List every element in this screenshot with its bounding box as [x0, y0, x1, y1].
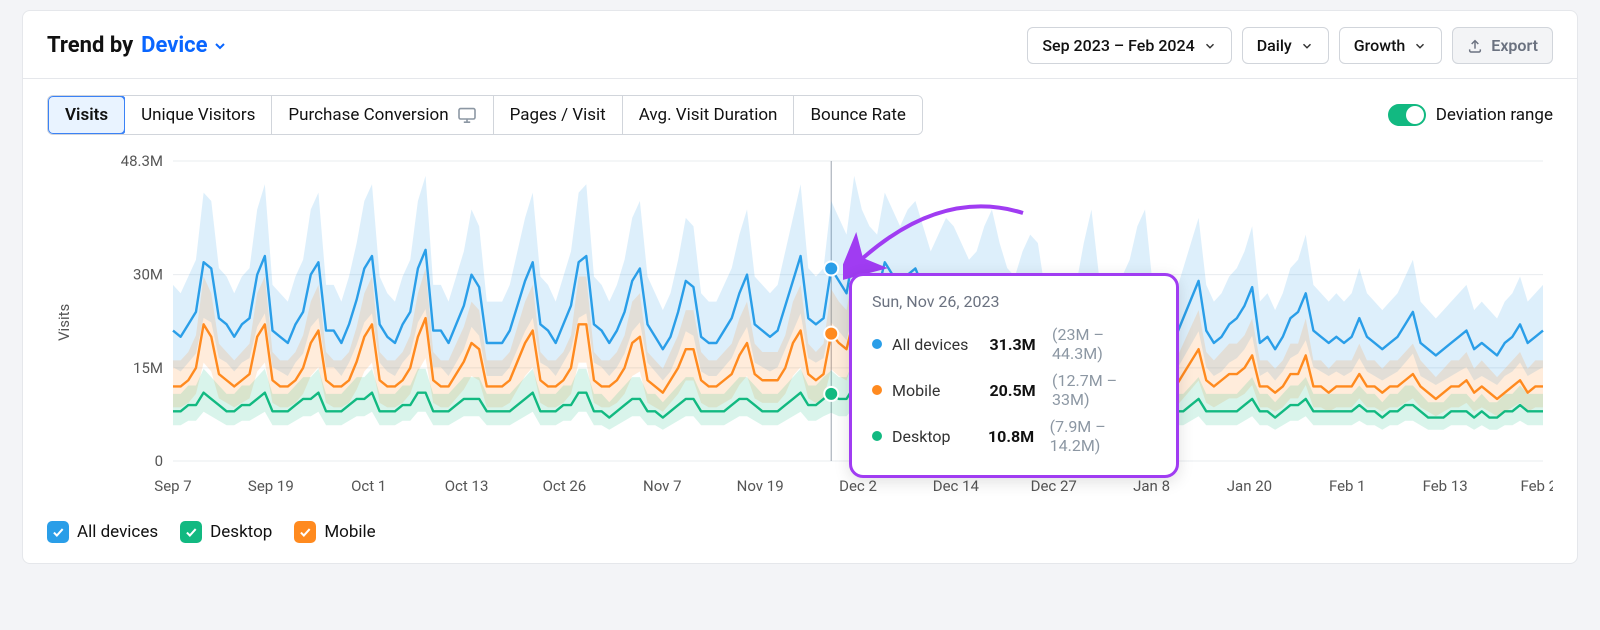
- series-dot-icon: [872, 385, 882, 395]
- deviation-range-control: Deviation range: [1388, 104, 1553, 126]
- chevron-down-icon: [212, 38, 228, 54]
- chevron-down-icon: [1300, 39, 1314, 53]
- chevron-down-icon: [1203, 39, 1217, 53]
- legend-label: All devices: [77, 522, 158, 542]
- svg-text:Oct 1: Oct 1: [351, 477, 386, 495]
- chevron-down-icon: [1413, 39, 1427, 53]
- svg-text:Oct 26: Oct 26: [543, 477, 587, 495]
- tooltip-series-range: (12.7M – 33M): [1052, 371, 1156, 409]
- mode-select[interactable]: Growth: [1339, 27, 1443, 64]
- chart-tooltip: Sun, Nov 26, 2023 All devices31.3M (23M –…: [849, 273, 1179, 478]
- legend-item-mobile[interactable]: Mobile: [294, 521, 375, 543]
- y-axis-label: Visits: [55, 304, 73, 341]
- chart-legend: All devices Desktop Mobile: [23, 509, 1577, 563]
- tooltip-series-value: 31.3M: [990, 335, 1047, 354]
- svg-text:Feb 29: Feb 29: [1520, 477, 1553, 495]
- svg-text:30M: 30M: [133, 266, 163, 284]
- trend-card: Trend by Device Sep 2023 – Feb 2024 Dail…: [22, 10, 1578, 564]
- svg-text:Jan 8: Jan 8: [1133, 477, 1170, 495]
- svg-text:Oct 13: Oct 13: [445, 477, 489, 495]
- date-range-select[interactable]: Sep 2023 – Feb 2024: [1027, 27, 1231, 64]
- trend-chart[interactable]: 0 15M 30M 48.3M Sep 7 Sep 19 Oct 1 Oct 13 Oct 26…: [93, 151, 1553, 501]
- svg-text:Dec 14: Dec 14: [933, 477, 980, 495]
- device-label: Device: [141, 33, 207, 58]
- checkbox-icon: [294, 521, 316, 543]
- svg-text:Dec 27: Dec 27: [1031, 477, 1077, 495]
- svg-text:Feb 13: Feb 13: [1423, 477, 1468, 495]
- title-prefix: Trend by: [47, 33, 133, 58]
- tab-bounce-rate[interactable]: Bounce Rate: [794, 96, 921, 134]
- checkbox-icon: [180, 521, 202, 543]
- tooltip-series-value: 20.5M: [990, 381, 1047, 400]
- svg-text:Sep 19: Sep 19: [248, 477, 294, 495]
- card-title: Trend by Device: [47, 33, 228, 58]
- svg-text:Feb 1: Feb 1: [1329, 477, 1366, 495]
- tooltip-row: Mobile20.5M (12.7M – 33M): [872, 367, 1156, 413]
- tab-pages-visit[interactable]: Pages / Visit: [494, 96, 623, 134]
- monitor-icon: [457, 107, 477, 123]
- header-controls: Sep 2023 – Feb 2024 Daily Growth Export: [1027, 27, 1553, 64]
- legend-label: Desktop: [210, 522, 272, 542]
- svg-text:Nov 19: Nov 19: [737, 477, 784, 495]
- svg-text:Jan 20: Jan 20: [1227, 477, 1272, 495]
- tooltip-series-name: Mobile: [892, 381, 990, 400]
- granularity-select[interactable]: Daily: [1242, 27, 1329, 64]
- tooltip-series-name: All devices: [892, 335, 990, 354]
- upload-icon: [1467, 38, 1483, 54]
- metric-tabs: VisitsUnique VisitorsPurchase Conversion…: [47, 95, 923, 135]
- tooltip-series-value: 10.8M: [988, 427, 1044, 446]
- series-dot-icon: [872, 339, 882, 349]
- export-button[interactable]: Export: [1452, 27, 1553, 64]
- card-header: Trend by Device Sep 2023 – Feb 2024 Dail…: [23, 11, 1577, 79]
- tooltip-series-range: (7.9M – 14.2M): [1050, 417, 1156, 455]
- tooltip-series-range: (23M – 44.3M): [1052, 325, 1156, 363]
- tab-visits[interactable]: Visits: [47, 95, 126, 135]
- legend-item-desktop[interactable]: Desktop: [180, 521, 272, 543]
- legend-label: Mobile: [324, 522, 375, 542]
- svg-text:0: 0: [155, 452, 163, 470]
- annotation-arrow-icon: [843, 203, 1043, 283]
- device-dropdown[interactable]: Device: [141, 33, 227, 58]
- tooltip-date: Sun, Nov 26, 2023: [872, 292, 1156, 311]
- legend-item-all-devices[interactable]: All devices: [47, 521, 158, 543]
- svg-text:Dec 2: Dec 2: [839, 477, 877, 495]
- deviation-label: Deviation range: [1436, 105, 1553, 125]
- tab-unique-visitors[interactable]: Unique Visitors: [125, 96, 272, 134]
- chart-area: Visits 0 15M 30M 48.3M Sep 7 Sep 19 Oct 1 Oct 1…: [23, 141, 1577, 509]
- svg-text:48.3M: 48.3M: [121, 152, 163, 170]
- deviation-toggle[interactable]: [1388, 104, 1426, 126]
- tooltip-row: All devices31.3M (23M – 44.3M): [872, 321, 1156, 367]
- tab-avg-visit-duration[interactable]: Avg. Visit Duration: [623, 96, 795, 134]
- tabs-row: VisitsUnique VisitorsPurchase Conversion…: [23, 79, 1577, 141]
- series-dot-icon: [872, 431, 882, 441]
- svg-text:Nov 7: Nov 7: [643, 477, 682, 495]
- tooltip-row: Desktop10.8M (7.9M – 14.2M): [872, 413, 1156, 459]
- checkbox-icon: [47, 521, 69, 543]
- tooltip-series-name: Desktop: [892, 427, 988, 446]
- tab-purchase-conversion[interactable]: Purchase Conversion: [272, 96, 493, 134]
- svg-text:Sep 7: Sep 7: [154, 477, 191, 495]
- svg-text:15M: 15M: [133, 359, 163, 377]
